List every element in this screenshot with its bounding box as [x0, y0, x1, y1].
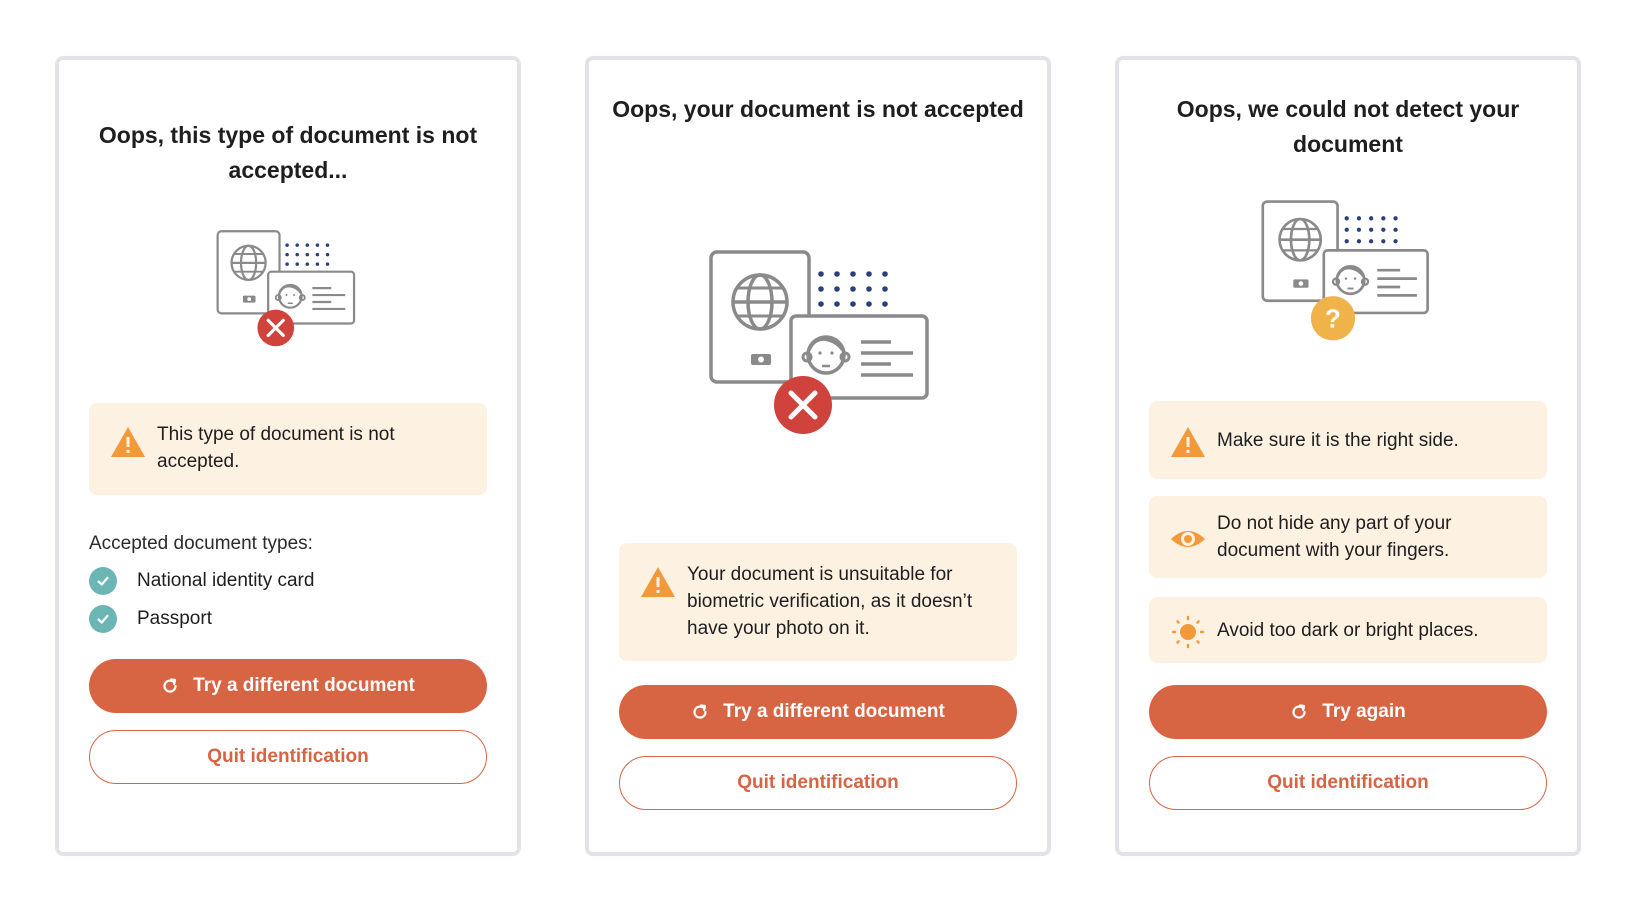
card-document-type-not-accepted: Oops, this type of document is not accep…	[55, 56, 521, 856]
sun-icon	[1171, 615, 1205, 649]
button-label: Quit identification	[207, 746, 369, 767]
alert-box: This type of document is not accepted.	[89, 403, 487, 495]
documents-icon: ?	[1259, 200, 1439, 341]
card-title: Oops, your document is not accepted	[612, 96, 1024, 122]
question-mark-icon: ?	[1310, 296, 1356, 341]
alert-text: This type of document is not accepted.	[157, 424, 395, 472]
try-different-document-button[interactable]: Try a different document	[619, 685, 1017, 739]
tip-lighting: Avoid too dark or bright places.	[1149, 597, 1547, 663]
check-circle-icon	[89, 567, 117, 595]
accepted-type-item: Passport	[89, 605, 212, 633]
warning-icon	[1169, 425, 1207, 459]
check-circle-icon	[89, 605, 117, 633]
quit-identification-button[interactable]: Quit identification	[89, 730, 487, 784]
document-illustration: ?	[1259, 200, 1439, 345]
accepted-type-label: National identity card	[137, 570, 315, 591]
try-again-button[interactable]: Try again	[1149, 685, 1547, 739]
documents-icon	[214, 230, 364, 347]
refresh-icon	[1290, 703, 1308, 721]
warning-icon	[639, 565, 677, 599]
alert-box: Your document is unsuitable for biometri…	[619, 543, 1017, 661]
accepted-type-label: Passport	[137, 608, 212, 629]
button-label: Try again	[1322, 701, 1406, 722]
tip-fingers: Do not hide any part of your document wi…	[1149, 496, 1547, 578]
button-label: Quit identification	[1267, 772, 1429, 793]
card-document-not-detected: Oops, we could not detect your document …	[1115, 56, 1581, 856]
button-label: Try a different document	[193, 675, 415, 696]
refresh-icon	[691, 703, 709, 721]
accepted-type-item: National identity card	[89, 567, 314, 595]
quit-identification-button[interactable]: Quit identification	[619, 756, 1017, 810]
warning-icon	[109, 425, 147, 459]
button-label: Try a different document	[723, 701, 945, 722]
tip-text: Avoid too dark or bright places.	[1217, 619, 1479, 641]
refresh-icon	[161, 677, 179, 695]
tip-text: Make sure it is the right side.	[1217, 429, 1459, 451]
svg-text:?: ?	[1325, 305, 1341, 333]
try-different-document-button[interactable]: Try a different document	[89, 659, 487, 713]
card-title: Oops, we could not detect your document	[1176, 96, 1520, 157]
error-x-icon	[257, 309, 295, 347]
card-title: Oops, this type of document is not accep…	[98, 122, 478, 183]
document-illustration	[214, 230, 364, 350]
tip-right-side: Make sure it is the right side.	[1149, 401, 1547, 479]
quit-identification-button[interactable]: Quit identification	[1149, 756, 1547, 810]
tip-text: Do not hide any part of your document wi…	[1217, 513, 1452, 561]
error-x-icon	[774, 376, 832, 434]
document-illustration	[709, 250, 939, 440]
eye-icon	[1171, 531, 1205, 547]
card-document-not-accepted: Oops, your document is not accepted Your…	[585, 56, 1051, 856]
accepted-types-label: Accepted document types:	[89, 533, 313, 554]
documents-icon	[709, 250, 939, 434]
alert-text: Your document is unsuitable for biometri…	[687, 564, 973, 639]
button-label: Quit identification	[737, 772, 899, 793]
